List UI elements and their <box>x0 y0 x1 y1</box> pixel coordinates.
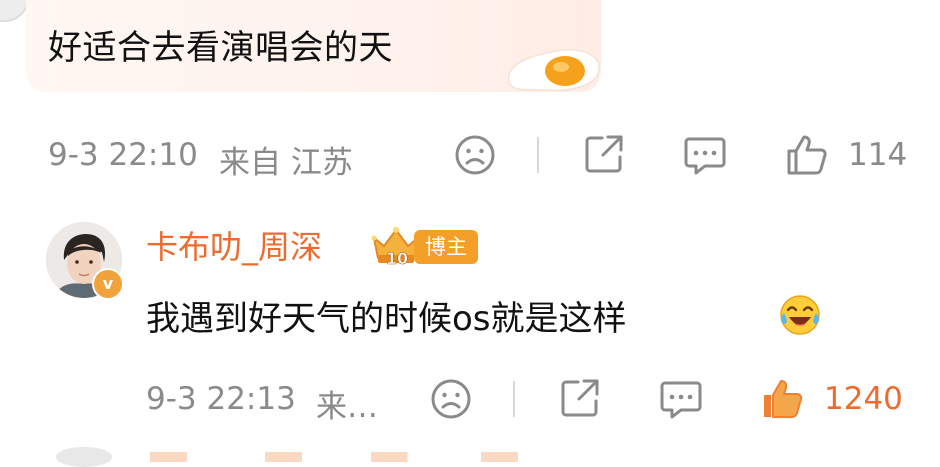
thumbs-up-icon[interactable] <box>783 131 831 179</box>
reply-text: 我遇到好天气的时候os就是这样 <box>146 299 627 339</box>
frown-icon[interactable] <box>451 131 499 179</box>
comment-icon[interactable] <box>681 131 729 179</box>
laughing-emoji-icon <box>778 293 822 337</box>
next-comment-preview <box>150 452 610 462</box>
reply-author-name[interactable]: 卡布叻_周深 <box>146 222 322 268</box>
next-comment-avatar[interactable] <box>56 447 112 467</box>
comment-icon[interactable] <box>657 375 705 423</box>
share-icon[interactable] <box>556 374 604 422</box>
egg-sticker-icon <box>503 42 603 94</box>
reply-timestamp: 9-3 22:13 <box>146 381 296 417</box>
level-number: 10 <box>386 249 408 268</box>
share-icon[interactable] <box>580 130 628 178</box>
reply-like-count: 1240 <box>824 381 903 417</box>
verified-badge: v <box>92 268 124 300</box>
comment-like-count: 114 <box>848 137 908 173</box>
divider <box>537 137 539 173</box>
comment-text: 好适合去看演唱会的天 <box>48 28 393 68</box>
reply-location: 来… <box>316 389 378 425</box>
frown-icon[interactable] <box>427 375 475 423</box>
host-badge: 博主 <box>414 230 478 264</box>
thumbs-up-icon-liked[interactable] <box>759 375 807 423</box>
comment-location: 来自 江苏 <box>219 145 353 181</box>
divider <box>513 381 515 417</box>
comment-timestamp: 9-3 22:10 <box>48 137 198 173</box>
